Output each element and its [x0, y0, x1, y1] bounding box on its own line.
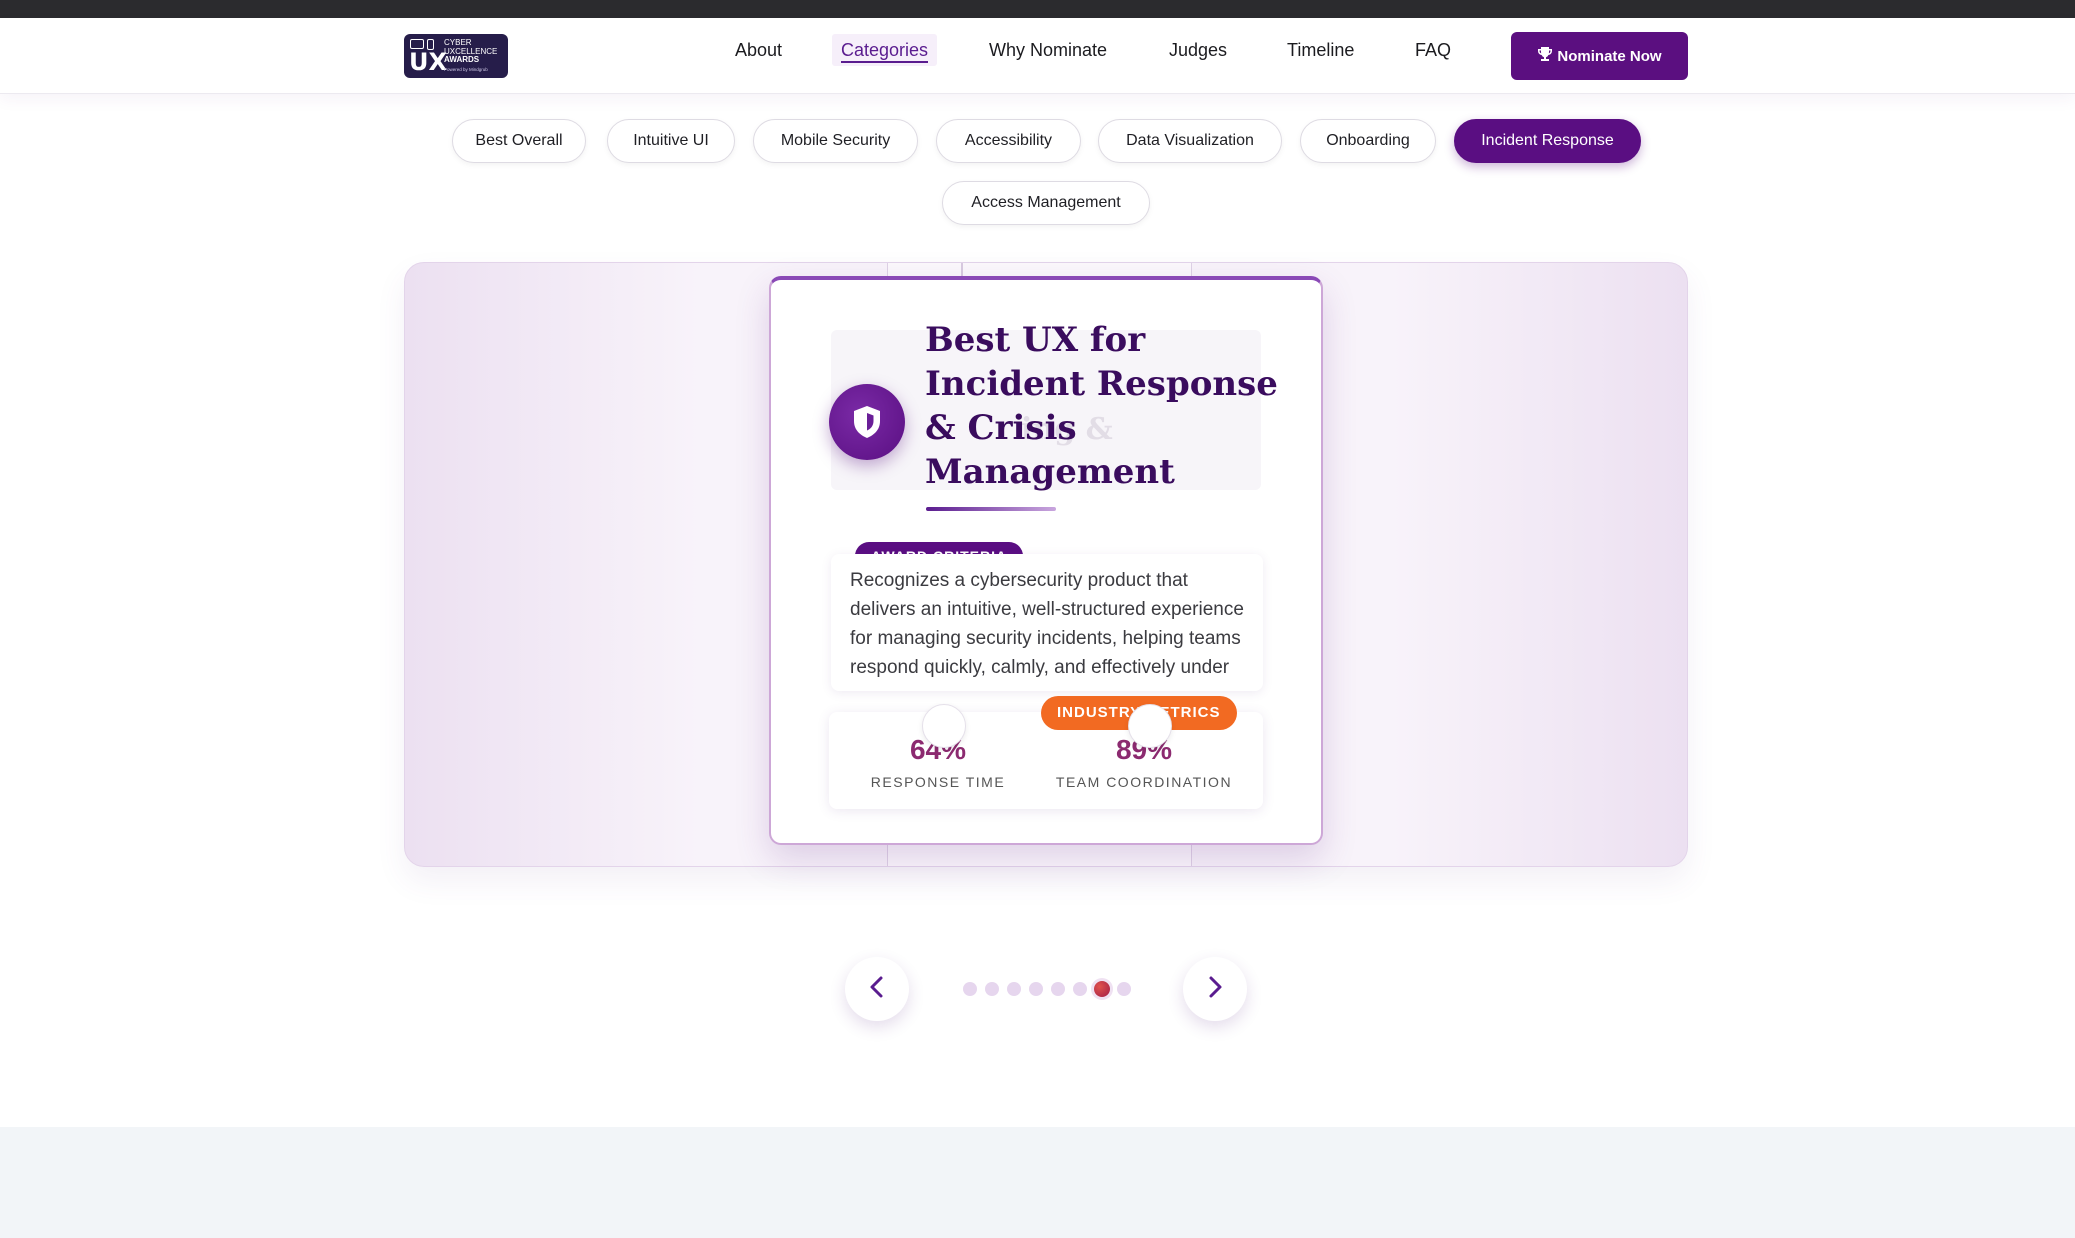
nominate-now-label: Nominate Now — [1557, 47, 1662, 65]
category-pill-access-management[interactable]: Access Management — [942, 181, 1150, 225]
logo-line-powered: Powered by Mindgrub — [444, 67, 488, 72]
nav-timeline[interactable]: Timeline — [1287, 34, 1354, 66]
carousel-dot[interactable] — [1117, 982, 1131, 996]
nav-categories[interactable]: Categories — [832, 34, 938, 66]
category-pill-intuitive-ui[interactable]: Intuitive UI — [607, 119, 735, 163]
browser-top-strip — [0, 0, 2075, 18]
logo-line-cyber: CYBER — [444, 38, 472, 47]
nav-faq[interactable]: FAQ — [1415, 34, 1451, 66]
site-logo[interactable]: UX CYBER UXCELLENCE AWARDS Powered by Mi… — [404, 34, 508, 78]
carousel-dot[interactable] — [1007, 982, 1021, 996]
trophy-icon — [1537, 46, 1553, 66]
footer-band — [0, 1127, 2075, 1238]
criteria-description: Recognizes a cybersecurity product that … — [850, 570, 1244, 691]
carousel-dot[interactable] — [1051, 982, 1065, 996]
nav-why-nominate[interactable]: Why Nominate — [989, 34, 1107, 66]
metric-indicator-dot — [922, 704, 966, 748]
nav-active-underline — [841, 61, 929, 63]
metric-label: RESPONSE TIME — [870, 774, 1006, 790]
carousel-dot[interactable] — [1029, 982, 1043, 996]
carousel-prev-button[interactable] — [845, 957, 909, 1021]
category-pill-accessibility[interactable]: Accessibility — [936, 119, 1081, 163]
carousel-next-button[interactable] — [1183, 957, 1247, 1021]
carousel-dot[interactable] — [1073, 982, 1087, 996]
nav-categories-label: Categories — [841, 40, 929, 60]
logo-line-awards: AWARDS — [444, 55, 480, 64]
metric-indicator-dot — [1128, 704, 1172, 748]
carousel-dot[interactable] — [1094, 981, 1110, 997]
title-underline — [926, 507, 1056, 511]
chevron-left-icon — [867, 975, 887, 1004]
carousel-dot[interactable] — [963, 982, 977, 996]
metric-label: TEAM COORDINATION — [1055, 774, 1233, 790]
category-pill-mobile-security[interactable]: Mobile Security — [753, 119, 918, 163]
criteria-description-box: Recognizes a cybersecurity product that … — [831, 554, 1263, 691]
nav-about[interactable]: About — [735, 34, 782, 66]
category-pill-data-visualization[interactable]: Data Visualization — [1098, 119, 1282, 163]
nav-judges[interactable]: Judges — [1169, 34, 1227, 66]
logo-ux-text: UX — [409, 48, 447, 76]
category-card: ing & Best UX for Incident Response & Cr… — [769, 276, 1323, 845]
shield-icon — [829, 384, 905, 460]
card-title: Best UX for Incident Response & Crisis M… — [925, 320, 1278, 492]
category-pill-onboarding[interactable]: Onboarding — [1300, 119, 1436, 163]
chevron-right-icon — [1205, 975, 1225, 1004]
carousel-dot[interactable] — [985, 982, 999, 996]
site-header: UX CYBER UXCELLENCE AWARDS Powered by Mi… — [0, 18, 2075, 94]
category-pill-incident-response[interactable]: Incident Response — [1454, 119, 1641, 163]
nominate-now-button[interactable]: Nominate Now — [1511, 32, 1688, 80]
category-pill-best-overall[interactable]: Best Overall — [452, 119, 586, 163]
